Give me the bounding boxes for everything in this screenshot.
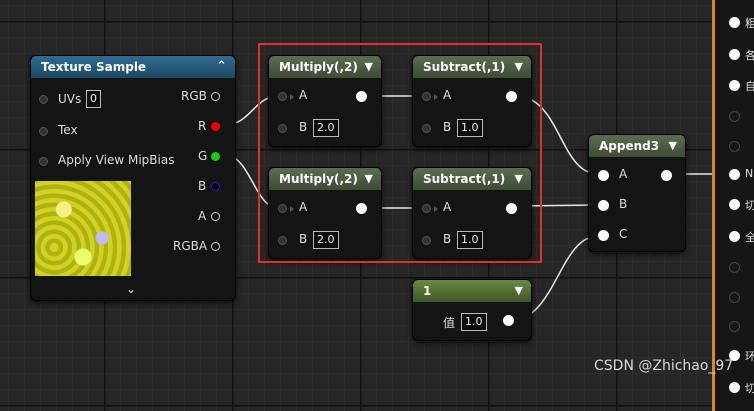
- rgb-label: RGB: [181, 89, 207, 103]
- append3-node[interactable]: Append3 ▼ A B C: [588, 134, 686, 252]
- append3-header[interactable]: Append3 ▼: [589, 135, 685, 157]
- material-result-panel: 粗 各 自 N 切 全 环 切: [712, 0, 754, 411]
- b-label: B: [198, 179, 207, 193]
- chevron-down-icon[interactable]: ▼: [515, 280, 523, 302]
- pin-label: 自: [745, 80, 754, 93]
- pin-label: 各: [745, 49, 754, 62]
- pin-label: N: [745, 167, 754, 180]
- texture-sample-header[interactable]: Texture Sample ⌃: [31, 56, 235, 78]
- chevron-down-icon[interactable]: ▼: [669, 135, 677, 157]
- pin-label: 全: [745, 231, 754, 244]
- output-pin[interactable]: [661, 170, 672, 181]
- input-pin[interactable]: [729, 17, 740, 28]
- uvs-label: UVs: [58, 92, 82, 106]
- a-label: A: [198, 209, 207, 223]
- pin-label: 粗: [745, 17, 754, 30]
- input-pin[interactable]: [729, 80, 740, 91]
- constant-node[interactable]: 1 ▼ 值 1.0: [412, 279, 532, 341]
- rgba-label: RGBA: [173, 239, 208, 253]
- mip-bias-label: Apply View MipBias: [58, 153, 175, 167]
- c-label: C: [619, 227, 628, 241]
- expand-chevron-icon[interactable]: ⌄: [126, 282, 136, 296]
- tex-label: Tex: [58, 123, 78, 137]
- r-output-pin[interactable]: [211, 122, 220, 131]
- selection-box: [258, 43, 542, 263]
- g-output-pin[interactable]: [211, 152, 220, 161]
- collapse-arrow-icon[interactable]: ⌃: [216, 56, 227, 78]
- input-pin[interactable]: [729, 141, 740, 152]
- input-pin[interactable]: [729, 199, 740, 210]
- input-pin[interactable]: [729, 382, 740, 393]
- input-pin[interactable]: [729, 111, 740, 122]
- rgb-output-pin[interactable]: [211, 92, 220, 101]
- input-pin[interactable]: [729, 292, 740, 303]
- input-pin[interactable]: [729, 49, 740, 60]
- value-label: 值: [443, 316, 456, 330]
- b-output-pin[interactable]: [211, 182, 220, 191]
- constant-value[interactable]: 1.0: [461, 313, 487, 331]
- texture-sample-node[interactable]: Texture Sample ⌃ UVs 0 Tex Apply View Mi…: [30, 55, 236, 301]
- pin-label: 切: [745, 382, 754, 395]
- b-input-pin[interactable]: [598, 200, 609, 211]
- watermark: CSDN @Zhichao_97: [594, 358, 734, 374]
- constant-header[interactable]: 1 ▼: [413, 280, 531, 302]
- r-label: R: [198, 119, 207, 133]
- pin-label: 切: [745, 199, 754, 212]
- uvs-pin[interactable]: [39, 95, 48, 104]
- input-pin[interactable]: [729, 262, 740, 273]
- a-label: A: [619, 167, 628, 181]
- input-pin[interactable]: [729, 321, 740, 332]
- g-label: G: [198, 149, 208, 163]
- normal-input-pin[interactable]: [729, 169, 740, 180]
- b-label: B: [619, 197, 628, 211]
- a-output-pin[interactable]: [211, 212, 220, 221]
- pin-label: 环: [745, 350, 754, 363]
- a-input-pin[interactable]: [598, 170, 609, 181]
- mip-bias-pin[interactable]: [39, 157, 48, 166]
- rgba-output-pin[interactable]: [211, 242, 220, 251]
- node-title: Append3: [599, 139, 660, 153]
- tex-pin[interactable]: [39, 127, 48, 136]
- c-input-pin[interactable]: [598, 230, 609, 241]
- texture-preview: [35, 181, 131, 276]
- input-pin[interactable]: [729, 231, 740, 242]
- node-title: 1: [423, 284, 432, 298]
- node-title: Texture Sample: [41, 60, 147, 74]
- output-pin[interactable]: [503, 315, 514, 326]
- uvs-value[interactable]: 0: [86, 90, 101, 108]
